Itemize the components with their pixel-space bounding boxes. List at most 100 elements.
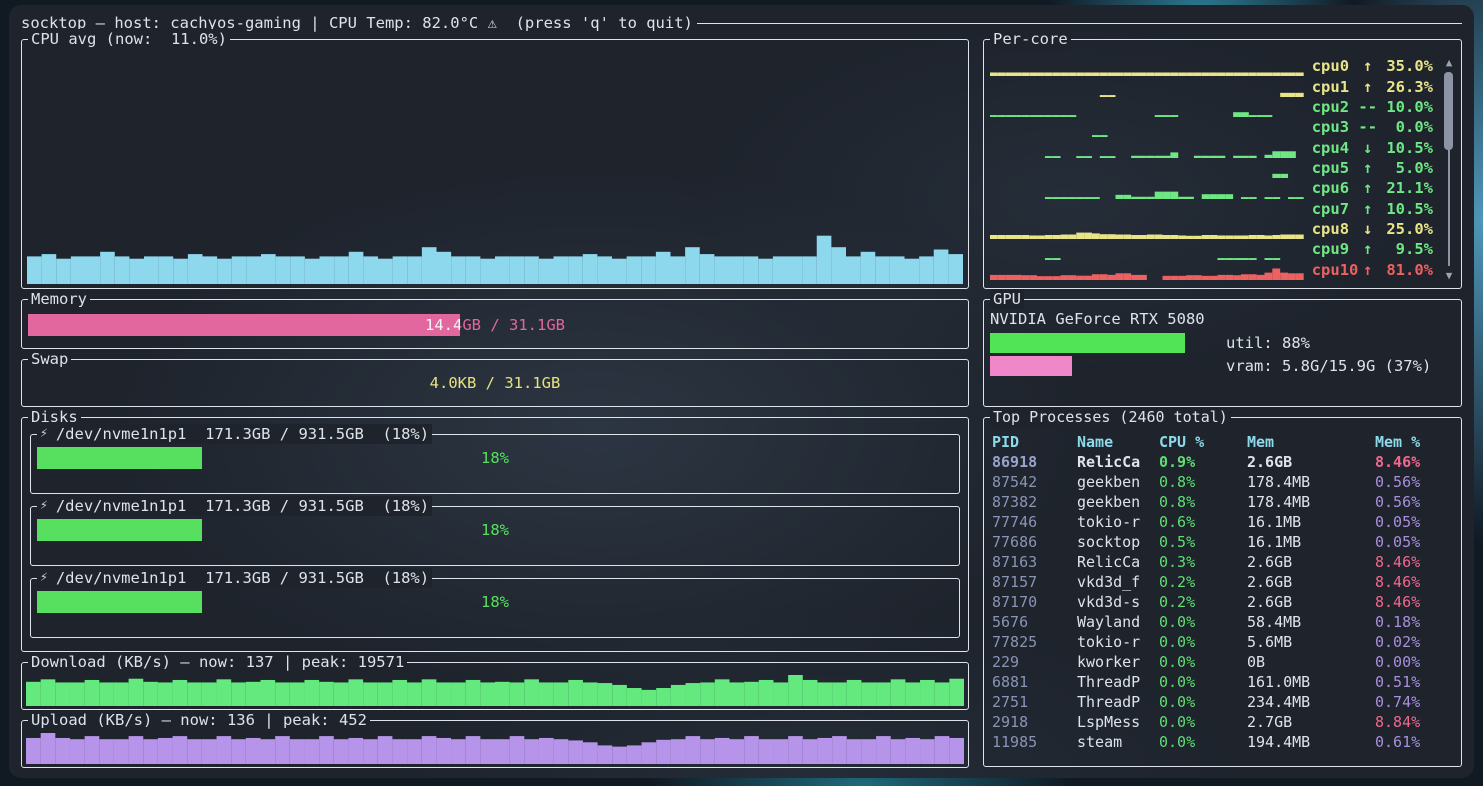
col-cpu: CPU % xyxy=(1159,433,1247,451)
process-row: 87382 geekben 0.8% 178.4MB 0.56% xyxy=(992,492,1455,512)
process-row: 77686 socktop 0.5% 16.1MB 0.05% xyxy=(992,532,1455,552)
terminal-window: socktop — host: cachyos-gaming | CPU Tem… xyxy=(9,5,1474,778)
process-pid: 87163 xyxy=(992,553,1077,571)
disk-panel: ⚡ /dev/nvme1n1p1 171.3GB / 931.5GB (18%)… xyxy=(30,578,960,638)
col-name: Name xyxy=(1077,433,1159,451)
process-pid: 2918 xyxy=(992,713,1077,731)
upload-panel: Upload (KB/s) — now: 136 | peak: 452 xyxy=(21,720,969,768)
gpu-name: NVIDIA GeForce RTX 5080 xyxy=(990,310,1451,328)
process-row: 2918 LspMess 0.0% 2.7GB 8.84% xyxy=(992,712,1455,732)
core-trend-icon: -- xyxy=(1358,118,1377,136)
scroll-up-icon[interactable]: ▲ xyxy=(1442,56,1456,69)
col-mem: Mem xyxy=(1247,433,1375,451)
process-mem: 2.6GB xyxy=(1247,553,1375,571)
process-name: kworker xyxy=(1077,653,1159,671)
disk-lightning-icon: ⚡ xyxy=(40,496,48,516)
core-sparkline xyxy=(990,162,1304,178)
process-mem-pct: 0.18% xyxy=(1375,613,1455,631)
disk-title: /dev/nvme1n1p1 171.3GB / 931.5GB (18%) xyxy=(56,424,429,444)
process-pid: 77825 xyxy=(992,633,1077,651)
process-name: geekben xyxy=(1077,473,1159,491)
disks-panel: Disks ⚡ /dev/nvme1n1p1 171.3GB / 931.5GB… xyxy=(21,417,969,652)
core-row: cpu9 ↑ 9.5% xyxy=(990,239,1433,259)
process-name: ThreadP xyxy=(1077,693,1159,711)
core-row: cpu8 ↓ 25.0% xyxy=(990,219,1433,239)
core-rows: cpu0 ↑ 35.0% cpu1 ↑ 26.3% cpu2 -- 10.0% … xyxy=(990,56,1433,280)
core-sparkline xyxy=(990,264,1304,280)
process-mem-pct: 8.46% xyxy=(1375,593,1455,611)
process-row: 5676 Wayland 0.0% 58.4MB 0.18% xyxy=(992,612,1455,632)
core-sparkline xyxy=(990,60,1304,76)
process-name: RelicCa xyxy=(1077,553,1159,571)
core-row: cpu7 ↑ 10.5% xyxy=(990,199,1433,219)
process-name: Wayland xyxy=(1077,613,1159,631)
process-mem: 234.4MB xyxy=(1247,693,1375,711)
cpu-avg-chart xyxy=(27,54,963,284)
process-mem: 2.6GB xyxy=(1247,453,1375,471)
process-row: 86918 RelicCa 0.9% 2.6GB 8.46% xyxy=(992,452,1455,472)
process-name: steam xyxy=(1077,733,1159,751)
core-row: cpu10 ↑ 81.0% xyxy=(990,260,1433,280)
core-name: cpu10 xyxy=(1312,261,1359,279)
process-cpu: 0.0% xyxy=(1159,673,1247,691)
core-trend-icon: ↓ xyxy=(1358,220,1377,238)
memory-gauge: 14.4GB / 31.1GB 14.4GB / 31.1GB xyxy=(28,314,962,336)
process-name: socktop xyxy=(1077,533,1159,551)
disk-panel: ⚡ /dev/nvme1n1p1 171.3GB / 931.5GB (18%)… xyxy=(30,506,960,566)
process-pid: 87542 xyxy=(992,473,1077,491)
scroll-down-icon[interactable]: ▼ xyxy=(1442,269,1456,282)
core-value: 10.5% xyxy=(1377,200,1433,218)
core-name: cpu8 xyxy=(1312,220,1359,238)
disk-gauge-fill: 18% xyxy=(37,591,202,613)
core-label: cpu6 ↑ 21.1% xyxy=(1312,178,1433,198)
process-mem-pct: 8.46% xyxy=(1375,453,1455,471)
process-cpu: 0.6% xyxy=(1159,513,1247,531)
core-label: cpu3 -- 0.0% xyxy=(1312,117,1433,137)
core-sparkline xyxy=(990,121,1304,137)
process-row: 77746 tokio-r 0.6% 16.1MB 0.05% xyxy=(992,512,1455,532)
swap-gauge: 4.0KB / 31.1GB 4.0KB / 31.1GB xyxy=(28,372,962,394)
process-row: 87163 RelicCa 0.3% 2.6GB 8.46% xyxy=(992,552,1455,572)
gpu-vram-bar-fill xyxy=(990,356,1072,376)
process-name: RelicCa xyxy=(1077,453,1159,471)
process-mem-pct: 0.05% xyxy=(1375,513,1455,531)
process-row: 87170 vkd3d-s 0.2% 2.6GB 8.46% xyxy=(992,592,1455,612)
process-mem-pct: 0.05% xyxy=(1375,533,1455,551)
process-cpu: 0.0% xyxy=(1159,653,1247,671)
process-mem-pct: 0.56% xyxy=(1375,493,1455,511)
process-cpu: 0.8% xyxy=(1159,493,1247,511)
process-cpu: 0.8% xyxy=(1159,473,1247,491)
core-value: 81.0% xyxy=(1377,261,1433,279)
process-table-header: PID Name CPU % Mem Mem % xyxy=(992,432,1455,452)
process-mem: 2.7GB xyxy=(1247,713,1375,731)
disk-panel-title: ⚡ /dev/nvme1n1p1 171.3GB / 931.5GB (18%) xyxy=(37,424,432,444)
disk-gauge: 18% 18% xyxy=(37,591,953,613)
process-pid: 87170 xyxy=(992,593,1077,611)
scrollbar-track[interactable] xyxy=(1448,150,1450,266)
process-table-body: 86918 RelicCa 0.9% 2.6GB 8.46% 87542 gee… xyxy=(992,452,1455,752)
process-mem-pct: 0.61% xyxy=(1375,733,1455,751)
core-name: cpu2 xyxy=(1312,98,1359,116)
disk-gauge-text-overlay: 18% xyxy=(37,447,202,469)
disk-panel-title: ⚡ /dev/nvme1n1p1 171.3GB / 931.5GB (18%) xyxy=(37,568,432,588)
memory-gauge-fill: 14.4GB / 31.1GB xyxy=(28,314,460,336)
process-row: 6881 ThreadP 0.0% 161.0MB 0.51% xyxy=(992,672,1455,692)
titlebar-rule xyxy=(697,23,1462,24)
process-mem: 2.6GB xyxy=(1247,573,1375,591)
core-label: cpu0 ↑ 35.0% xyxy=(1312,56,1433,76)
download-panel: Download (KB/s) — now: 137 | peak: 19571 xyxy=(21,662,969,710)
right-column: Per-core cpu0 ↑ 35.0% cpu1 ↑ 26.3% cpu2 … xyxy=(983,39,1462,778)
core-name: cpu0 xyxy=(1312,57,1359,75)
core-row: cpu5 ↑ 5.0% xyxy=(990,158,1433,178)
core-name: cpu3 xyxy=(1312,118,1359,136)
process-mem-pct: 0.51% xyxy=(1375,673,1455,691)
process-row: 77825 tokio-r 0.0% 5.6MB 0.02% xyxy=(992,632,1455,652)
scrollbar-thumb[interactable] xyxy=(1444,72,1453,150)
percore-scrollbar[interactable]: ▲ ▼ xyxy=(1442,56,1456,282)
process-cpu: 0.2% xyxy=(1159,573,1247,591)
process-row: 11985 steam 0.0% 194.4MB 0.61% xyxy=(992,732,1455,752)
core-value: 10.5% xyxy=(1377,139,1433,157)
core-sparkline xyxy=(990,203,1304,219)
process-pid: 77686 xyxy=(992,533,1077,551)
process-pid: 2751 xyxy=(992,693,1077,711)
